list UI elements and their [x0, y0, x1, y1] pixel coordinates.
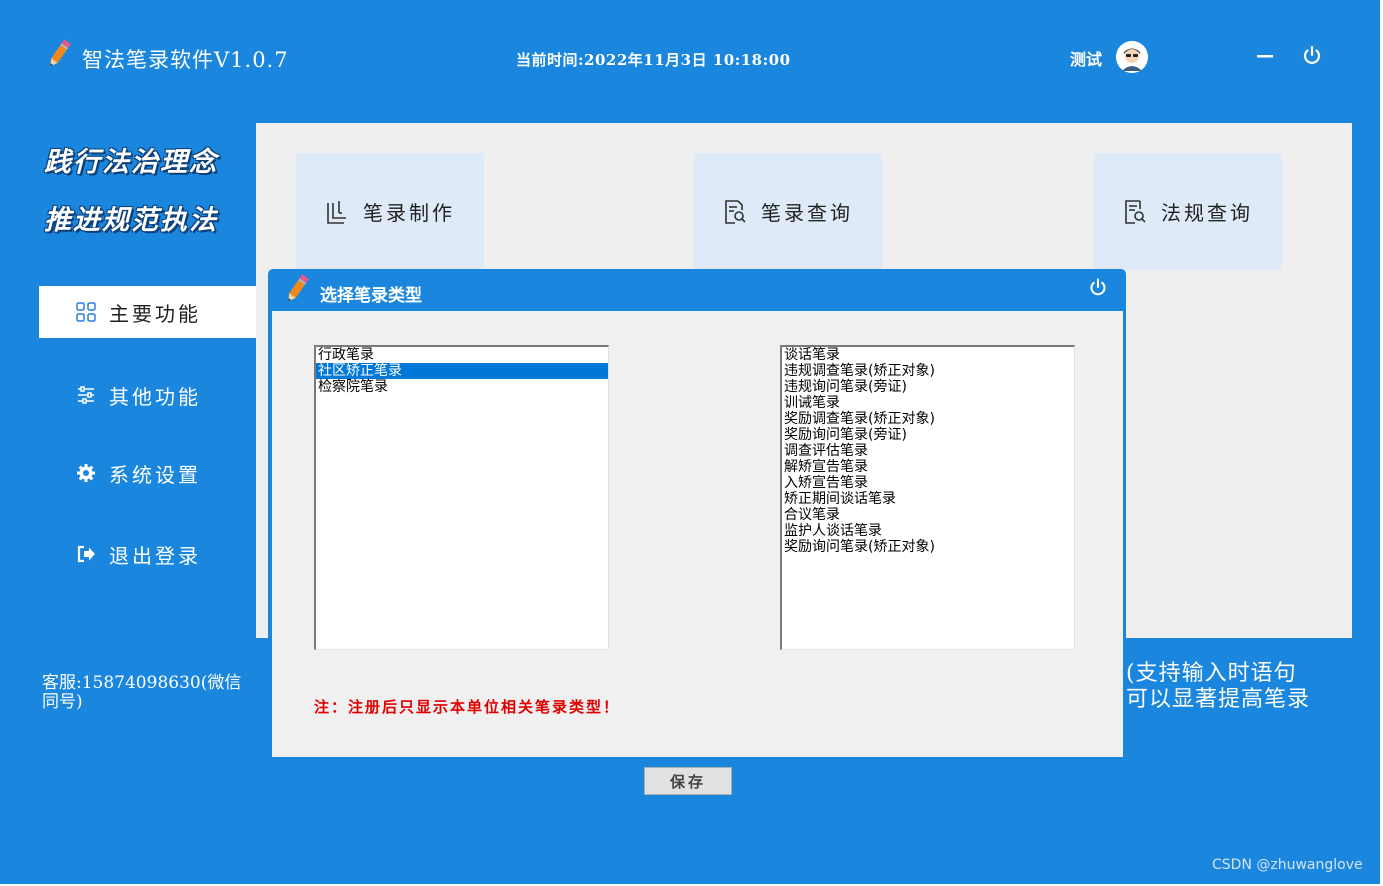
user-avatar-icon[interactable] — [1116, 41, 1148, 73]
dialog-title: 选择笔录类型 — [320, 286, 422, 306]
watermark-text: CSDN @zhuwanglove — [1212, 857, 1363, 873]
dialog-body: 行政笔录 社区矫正笔录 检察院笔录 谈话笔录 违规调查笔录(矫正对象) 违规询问笔录(旁… — [272, 311, 1123, 757]
grid-icon — [75, 301, 97, 323]
record-type-list-item[interactable]: 解矫宣告笔录 — [782, 459, 1074, 475]
nav-item-other-functions[interactable]: 其他功能 — [39, 369, 256, 421]
app-window: 智法笔录软件V1.0.7 当前时间:2022年11月3日 10:18:00 测试… — [0, 0, 1380, 884]
category-list-item[interactable]: 检察院笔录 — [316, 379, 608, 395]
record-type-list-item[interactable]: 训诫笔录 — [782, 395, 1074, 411]
record-type-listbox[interactable]: 谈话笔录 违规调查笔录(矫正对象) 违规询问笔录(旁证) 训诫笔录 奖励调查笔录(矫正对… — [780, 345, 1075, 650]
minimize-icon[interactable] — [1252, 44, 1278, 64]
category-list-item[interactable]: 社区矫正笔录 — [316, 363, 608, 379]
document-search-icon — [725, 199, 746, 224]
customer-service-contact: 客服:15874098630(微信同号) — [42, 673, 242, 712]
record-type-list-item[interactable]: 调查评估笔录 — [782, 443, 1074, 459]
nav-item-logout[interactable]: 退出登录 — [39, 528, 256, 580]
select-record-type-dialog: 选择笔录类型 行政笔录 社区矫正笔录 检察院笔录 谈话笔录 违规调查笔录(矫正对象) 违… — [268, 269, 1126, 757]
record-type-list-item[interactable]: 奖励调查笔录(矫正对象) — [782, 411, 1074, 427]
card-record-create[interactable]: 笔录制作 — [296, 153, 484, 270]
record-type-list-item[interactable]: 矫正期间谈话笔录 — [782, 491, 1074, 507]
record-type-list-item[interactable]: 合议笔录 — [782, 507, 1074, 523]
gear-icon — [75, 462, 97, 484]
tip-line-1: (支持输入时语句 — [1126, 661, 1297, 686]
record-type-list-item[interactable]: 奖励询问笔录(矫正对象) — [782, 539, 1074, 555]
record-type-list-item[interactable]: 违规询问笔录(旁证) — [782, 379, 1074, 395]
sliders-icon — [75, 384, 97, 406]
logout-icon — [75, 543, 97, 565]
nav-label: 主要功能 — [109, 301, 201, 326]
nav-item-system-settings[interactable]: 系统设置 — [39, 447, 256, 499]
record-type-list-item[interactable]: 监护人谈话笔录 — [782, 523, 1074, 539]
record-type-list-item[interactable]: 奖励询问笔录(旁证) — [782, 427, 1074, 443]
current-time: 当前时间:2022年11月3日 10:18:00 — [516, 51, 791, 69]
card-record-query[interactable]: 笔录查询 — [694, 153, 882, 270]
card-label: 法规查询 — [1161, 201, 1253, 225]
save-button[interactable]: 保存 — [644, 767, 732, 795]
slogan-line-2: 推进规范执法 — [44, 205, 218, 236]
nav-label: 系统设置 — [109, 462, 201, 487]
tip-text: (支持输入时语句 可以显著提高笔录 — [1126, 661, 1310, 713]
law-search-icon — [1125, 199, 1146, 224]
nav-label: 其他功能 — [109, 384, 201, 409]
app-title: 智法笔录软件V1.0.7 — [82, 48, 289, 72]
user-name: 测试 — [1070, 50, 1103, 69]
card-law-query[interactable]: 法规查询 — [1094, 153, 1282, 270]
category-listbox[interactable]: 行政笔录 社区矫正笔录 检察院笔录 — [314, 345, 609, 650]
power-icon[interactable] — [1300, 43, 1324, 67]
pencil-icon — [50, 39, 71, 67]
slogan-line-1: 践行法治理念 — [44, 147, 218, 178]
record-type-list-item[interactable]: 违规调查笔录(矫正对象) — [782, 363, 1074, 379]
record-type-list-item[interactable]: 谈话笔录 — [782, 347, 1074, 363]
record-type-list-item[interactable]: 入矫宣告笔录 — [782, 475, 1074, 491]
nav-label: 退出登录 — [109, 543, 201, 568]
nav-item-main-functions[interactable]: 主要功能 — [39, 286, 256, 338]
document-edit-icon — [327, 200, 346, 224]
card-label: 笔录制作 — [363, 201, 455, 225]
category-list-item[interactable]: 行政笔录 — [316, 347, 608, 363]
pencil-icon — [288, 274, 309, 302]
registration-note: 注：注册后只显示本单位相关笔录类型！ — [314, 698, 621, 716]
card-label: 笔录查询 — [761, 201, 853, 225]
tip-line-2: 可以显著提高笔录 — [1126, 687, 1311, 712]
power-icon[interactable] — [1087, 276, 1109, 298]
